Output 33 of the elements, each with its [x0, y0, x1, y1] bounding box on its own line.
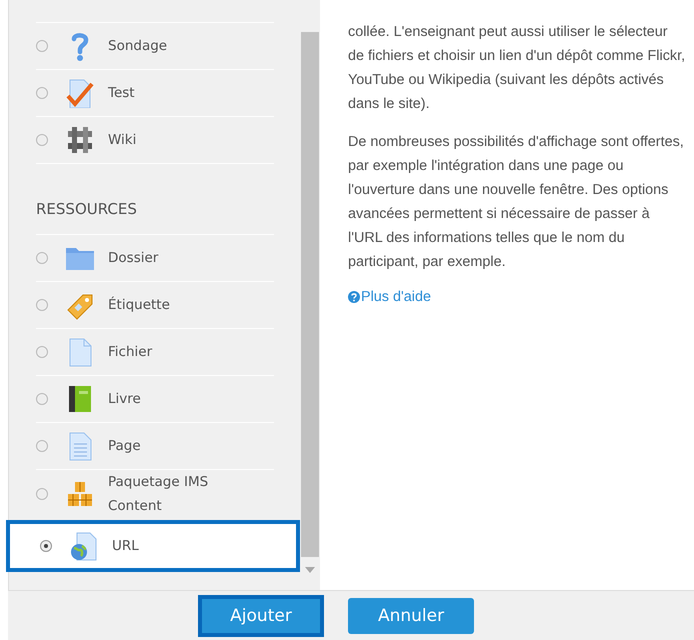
dialog-button[interactable]: Ajouter — [198, 595, 324, 637]
radio-button[interactable] — [36, 134, 48, 146]
radio-button[interactable] — [36, 346, 48, 358]
option-label[interactable]: Test — [108, 81, 228, 105]
radio-button[interactable] — [36, 488, 48, 500]
section-heading: RESSOURCES — [36, 163, 274, 234]
help-icon[interactable] — [348, 291, 360, 303]
scroll-down-arrow-icon[interactable] — [305, 567, 315, 573]
radio-button[interactable] — [36, 440, 48, 452]
radio-button[interactable] — [36, 252, 48, 264]
radio-button[interactable] — [36, 87, 48, 99]
option-label[interactable]: Livre — [108, 387, 228, 411]
radio-button[interactable] — [36, 393, 48, 405]
help-paragraph: De nombreuses possibilités d'affichage sont offertes, par exemple l'intégration dans une page ou l'ouverture dans une nouvelle fenêtre. Des options avancées permettent si nécessaire de passer à l'URL des informations telles que le nom du participant, par exemple. — [348, 133, 685, 272]
selected-option[interactable]: URL — [6, 520, 300, 572]
option-label[interactable]: Paquetage IMS Content — [108, 470, 228, 518]
option-label[interactable]: Sondage — [108, 34, 228, 58]
checked-document-icon — [65, 78, 95, 108]
radio-button[interactable] — [36, 299, 48, 311]
option-label[interactable]: URL — [112, 534, 232, 558]
wiki-puzzle-icon — [65, 125, 95, 155]
help-paragraph: collée. L'enseignant peut aussi utiliser le sélecteur de fichiers et choisir un lien d'un dépôt comme Flickr, YouTube ou Wikipedia (suivant les dépôts activés dans le site). — [348, 23, 686, 114]
option-label[interactable]: Étiquette — [108, 293, 228, 317]
dialog-button[interactable]: Annuler — [348, 598, 474, 634]
option-label[interactable]: Page — [108, 434, 228, 458]
option-label[interactable]: Wiki — [108, 128, 228, 152]
radio-button[interactable] — [36, 40, 48, 52]
radio-button[interactable] — [40, 540, 52, 552]
boxes-icon — [65, 479, 95, 509]
help-link[interactable]: Plus d'aide — [348, 289, 431, 305]
globe-document-icon — [69, 531, 99, 561]
option-label[interactable]: Fichier — [108, 340, 228, 364]
option-label[interactable]: Dossier — [108, 246, 228, 270]
